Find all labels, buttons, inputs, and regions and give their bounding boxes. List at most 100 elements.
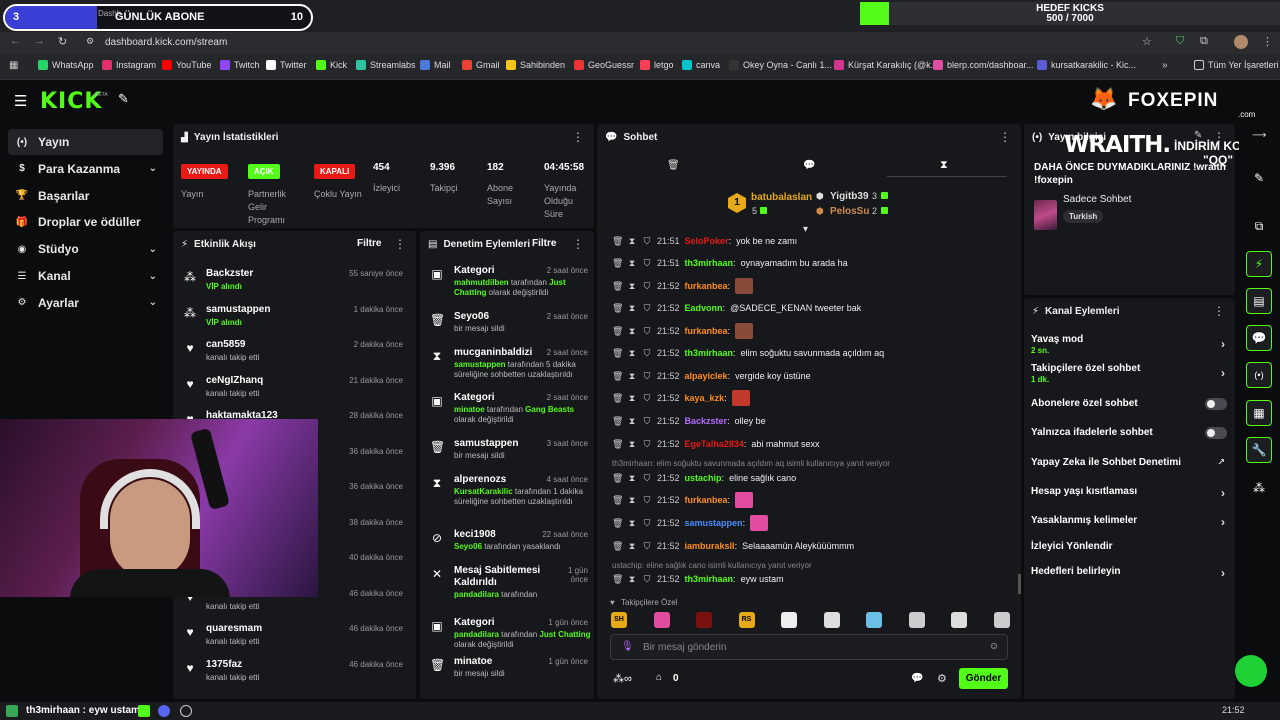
mod-shield-icon[interactable]: ⛉ [642,348,652,359]
mod-shield-icon[interactable]: ⛉ [642,518,652,529]
chat-message[interactable]: 🗑 ⧗ ⛉ 21:51 SeloPoker: yok be ne zamı [612,233,797,249]
emote-quick-pick-icon[interactable] [823,612,840,628]
sidebar-item[interactable]: ◉ Stüdyo ⌄ [8,236,163,262]
chat-username[interactable]: furkanbea [685,495,728,505]
channel-action-item[interactable]: Hedefleri belirleyin › [1031,566,1229,580]
timeout-icon[interactable]: ⧗ [627,371,637,382]
rail-list-icon[interactable]: ▤ [1246,288,1272,314]
channel-action-item[interactable]: Yavaş mod 2 sn. › [1031,334,1229,358]
delete-message-icon[interactable]: 🗑 [612,541,623,552]
mod-shield-icon[interactable]: ⛉ [642,236,652,247]
bookmark-item[interactable]: blerp.com/dashboar... [933,60,1034,70]
delete-message-icon[interactable]: 🗑 [612,258,623,269]
toggle-switch[interactable] [1205,427,1227,439]
moderation-detail-link[interactable]: KursatKarakilic [454,487,513,496]
activity-item[interactable]: ♥ quaresmam kanalı takip etti 46 dakika önc… [173,621,413,655]
extensions-icon[interactable]: ⧉ [1200,35,1208,48]
bookmark-item[interactable]: Streamlabs [356,60,416,70]
chat-message[interactable]: 🗑 ⧗ ⛉ 21:52 furkanbea: [612,278,754,294]
activity-item[interactable]: ⁂ samustappen VİP alındı 1 dakika önce [173,302,413,336]
timeout-icon[interactable]: ⧗ [627,348,637,359]
moderation-detail-link[interactable]: pandadilara [454,630,499,639]
browser-menu-icon[interactable]: ⋮ [1262,35,1273,48]
apps-grid-icon[interactable]: ▦ [9,60,18,71]
bookmark-star-icon[interactable]: ☆ [1142,35,1152,48]
chat-message[interactable]: 🗑 ⧗ ⛉ 21:52 EgeTalha2834: abi mahmut sexx [612,436,819,452]
chat-message[interactable]: 🗑 ⧗ ⛉ 21:52 ustachip: eline sağlık cano [612,470,796,486]
timeout-icon[interactable]: ⧗ [627,258,637,269]
emote-quick-pick-icon[interactable] [696,612,712,628]
chat-gift-icon[interactable]: ⌂ [656,672,662,683]
reload-icon[interactable]: ↻ [58,35,67,48]
collapse-rail-icon[interactable]: ⟶ [1252,130,1266,141]
send-button[interactable]: Gönder [959,668,1008,689]
mod-shield-icon[interactable]: ⛉ [642,393,652,404]
taskbar-obs-icon[interactable] [180,705,192,717]
chat-message[interactable]: 🗑 ⧗ ⛉ 21:52 th3mirhaan: eyw ustam [612,571,784,587]
mod-shield-icon[interactable]: ⛉ [642,473,652,484]
timeout-icon[interactable]: ⧗ [627,393,637,404]
chat-username[interactable]: th3mirhaan [685,348,734,358]
channel-action-item[interactable]: İzleyici Yönlendir [1031,541,1229,555]
delete-message-icon[interactable]: 🗑 [612,371,623,382]
mod-shield-icon[interactable]: ⛉ [642,541,652,552]
taskbar-start-icon[interactable] [6,705,18,717]
chat-message[interactable]: 🗑 ⧗ ⛉ 21:52 Backzster: olley be [612,413,766,429]
chat-message[interactable]: 🗑 ⧗ ⛉ 21:52 samustappen: [612,515,769,531]
bookmark-item[interactable]: Mail [420,60,451,70]
chat-message[interactable]: 🗑 ⧗ ⛉ 21:52 alpayiclek: vergide koy üstüne [612,368,811,384]
moderation-detail-link[interactable]: Gang Beasts [525,405,574,414]
moderation-detail-link[interactable]: minatoe [454,405,485,414]
chat-username[interactable]: SeloPoker [685,236,729,246]
rail-stack-icon[interactable]: ▦ [1246,400,1272,426]
channel-actions-menu-icon[interactable]: ⋮ [1213,304,1225,318]
bookmarks-overflow-icon[interactable]: » [1162,60,1168,71]
tools-icon[interactable]: ✎ [118,91,129,107]
channel-action-item[interactable]: Abonelere özel sohbet [1031,398,1229,412]
bookmark-item[interactable]: Twitch [220,60,260,70]
rail-bolt-icon[interactable]: ⚡ [1246,251,1272,277]
delete-message-icon[interactable]: 🗑 [612,495,623,506]
chat-message[interactable]: 🗑 ⧗ ⛉ 21:52 furkanbea: [612,492,754,508]
chat-username[interactable]: samustappen [685,518,743,528]
mod-shield-icon[interactable]: ⛉ [642,281,652,292]
sidebar-item[interactable]: (•) Yayın [8,129,163,155]
emote-quick-pick-icon[interactable] [781,612,797,628]
chat-username[interactable]: th3mirhaan [685,574,734,584]
timeout-icon[interactable]: ⧗ [627,439,637,450]
forward-icon[interactable]: → [34,35,45,47]
bookmark-item[interactable]: letgo [640,60,674,70]
channel-action-item[interactable]: Yalnızca ifadelerle sohbet [1031,427,1229,441]
chat-username[interactable]: Eadvonn [685,303,723,313]
taskbar-app-icon-1[interactable] [138,705,150,717]
chat-message[interactable]: 🗑 ⧗ ⛉ 21:52 th3mirhaan: elim soğuktu savunmad… [612,345,884,361]
bookmark-item[interactable]: Instagram [102,60,156,70]
activity-item[interactable]: ♥ can5859 kanalı takip etti 2 dakika önce [173,337,413,371]
bookmark-item[interactable]: WhatsApp [38,60,94,70]
chat-username[interactable]: EgeTalha2834 [685,439,744,449]
chat-username[interactable]: furkanbea [685,281,728,291]
language-tag[interactable]: Turkish [1063,210,1104,223]
emote-quick-pick-icon[interactable] [908,612,925,628]
mod-shield-icon[interactable]: ⛉ [642,416,652,427]
delete-message-icon[interactable]: 🗑 [612,393,623,404]
bookmark-item[interactable]: kursatkarakilic - Kic... [1037,60,1136,70]
kick-logo[interactable]: KICK [40,89,102,114]
bookmark-item[interactable]: Kürşat Karakılıç (@k... [834,60,938,70]
mod-shield-icon[interactable]: ⛉ [642,303,652,314]
bookmark-item[interactable]: canva [682,60,720,70]
delete-message-icon[interactable]: 🗑 [612,439,623,450]
mod-shield-icon[interactable]: ⛉ [642,439,652,450]
bookmark-item[interactable]: Gmail [462,60,500,70]
chat-tab-hourglass-icon[interactable]: ⧗ [940,159,948,172]
moderation-detail-link[interactable]: Seyo06 [454,542,482,551]
rail-share-icon[interactable]: ⁂ [1246,475,1272,501]
toggle-switch[interactable] [1205,398,1227,410]
delete-message-icon[interactable]: 🗑 [612,518,623,529]
delete-message-icon[interactable]: 🗑 [612,416,623,427]
activity-menu-icon[interactable]: ⋮ [394,237,406,251]
channel-action-item[interactable]: Takipçilere özel sohbet 1 dk. › [1031,363,1229,387]
delete-message-icon[interactable]: 🗑 [612,348,623,359]
timeout-icon[interactable]: ⧗ [627,281,637,292]
profile-avatar[interactable] [1234,35,1248,49]
